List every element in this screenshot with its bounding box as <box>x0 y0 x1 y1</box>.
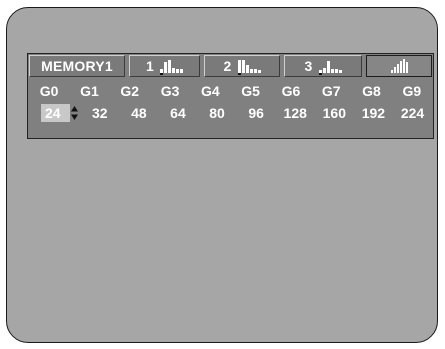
gamma-header-g9: G9 <box>402 83 422 99</box>
gamma-value-g4[interactable]: 80 <box>198 104 237 122</box>
gamma-header-g7: G7 <box>321 83 341 99</box>
gamma-value-row: 24 32 48 64 80 96 128 160 192 224 <box>29 104 432 122</box>
gamma-value-g2[interactable]: 48 <box>119 104 158 122</box>
gamma-header-g2: G2 <box>120 83 140 99</box>
gamma-header-g3: G3 <box>160 83 180 99</box>
gamma-curve-custom-icon <box>390 59 408 73</box>
gamma-header-row: G0 G1 G2 G3 G4 G5 G6 G7 G8 G9 <box>29 83 432 99</box>
tab-preset-2-number: 2 <box>223 58 232 74</box>
gamma-header-g8: G8 <box>362 83 381 99</box>
tab-preset-1[interactable]: 1 <box>129 55 200 77</box>
tab-preset-2[interactable]: 2 <box>204 55 280 77</box>
up-down-spinner-icon[interactable] <box>71 106 79 120</box>
tab-preset-3-number: 3 <box>304 58 313 74</box>
gamma-header-g0: G0 <box>39 83 59 99</box>
tab-memory1[interactable]: MEMORY1 <box>29 55 125 77</box>
gamma-curve-1-icon <box>160 59 183 75</box>
gamma-header-g4: G4 <box>200 83 220 99</box>
tab-bar: MEMORY1 1 2 3 <box>29 55 432 77</box>
tab-memory1-label: MEMORY1 <box>41 58 113 74</box>
tab-preset-1-number: 1 <box>146 58 154 74</box>
gamma-header-g6: G6 <box>281 83 301 99</box>
gamma-value-g9[interactable]: 224 <box>393 104 432 122</box>
gamma-value-g1[interactable]: 32 <box>80 104 119 122</box>
gamma-memory-panel: MEMORY1 1 2 3 G0 G1 G2 G3 G4 G5 G6 G7 G8… <box>27 53 434 139</box>
gamma-value-g7[interactable]: 160 <box>315 104 354 122</box>
tab-custom[interactable] <box>366 55 432 77</box>
gamma-curve-3-icon <box>318 59 342 75</box>
gamma-header-g1: G1 <box>80 83 99 99</box>
gamma-header-g5: G5 <box>241 83 260 99</box>
gamma-value-g5[interactable]: 96 <box>237 104 276 122</box>
gamma-value-g6[interactable]: 128 <box>276 104 315 122</box>
gamma-curve-2-icon <box>237 59 261 75</box>
gamma-value-g8[interactable]: 192 <box>354 104 393 122</box>
osd-screen: MEMORY1 1 2 3 G0 G1 G2 G3 G4 G5 G6 G7 G8… <box>6 7 438 343</box>
gamma-value-g0-text: 24 <box>45 105 61 121</box>
tab-preset-3[interactable]: 3 <box>284 55 362 77</box>
gamma-value-g3[interactable]: 64 <box>158 104 197 122</box>
gamma-value-g0[interactable]: 24 <box>41 104 79 122</box>
